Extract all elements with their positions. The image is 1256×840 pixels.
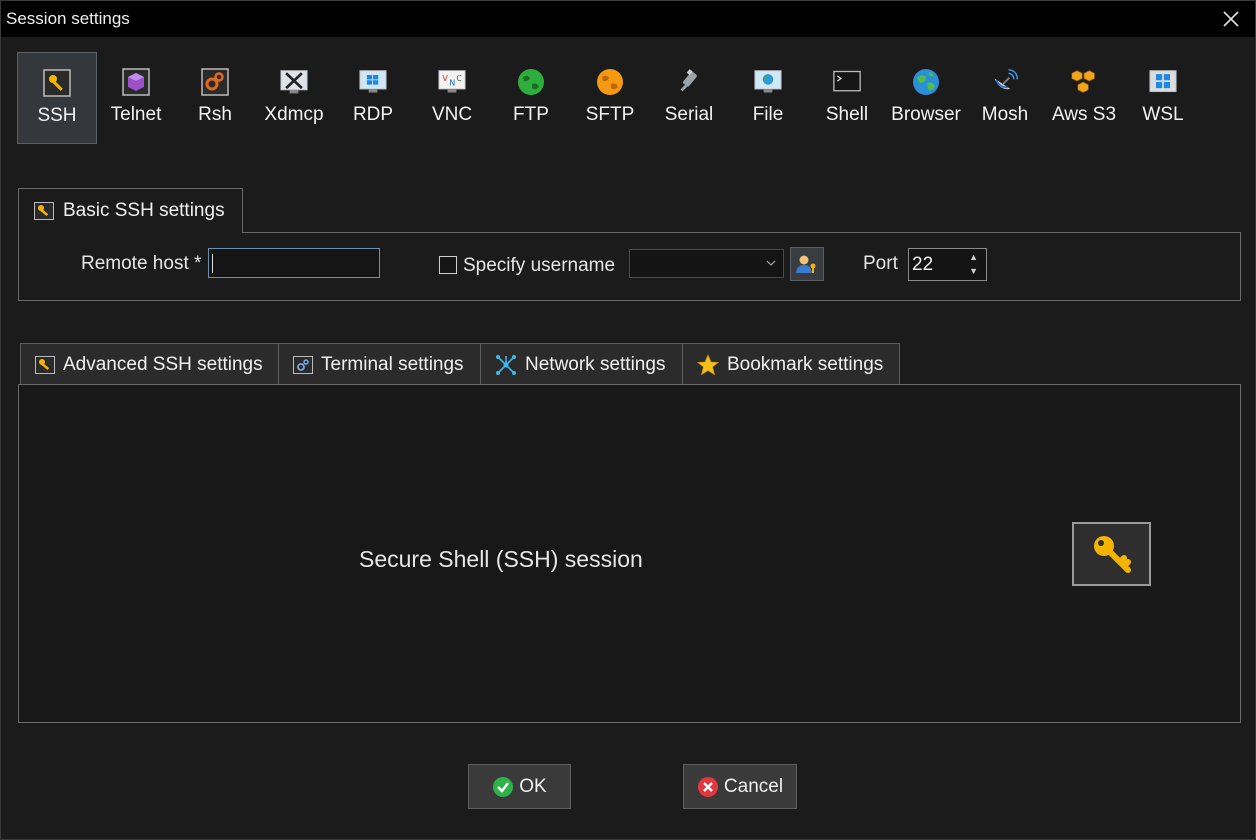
protocol-label: Mosh bbox=[981, 104, 1029, 125]
specify-username-checkbox[interactable] bbox=[439, 256, 457, 274]
user-credentials-button[interactable] bbox=[790, 247, 824, 281]
serial-plug-icon bbox=[675, 68, 703, 96]
session-settings-dialog: Session settings SSH Telnet Rsh Xdmcp RD… bbox=[0, 0, 1256, 840]
protocol-label: Browser bbox=[891, 104, 961, 125]
telnet-cube-icon bbox=[122, 68, 150, 96]
protocol-wsl[interactable]: WSL bbox=[1123, 52, 1203, 144]
close-icon bbox=[1223, 11, 1239, 27]
spin-up-icon[interactable]: ▲ bbox=[969, 252, 978, 262]
protocol-mosh[interactable]: Mosh bbox=[965, 52, 1045, 144]
tab-bookmark-settings[interactable]: Bookmark settings bbox=[682, 343, 900, 385]
protocol-file[interactable]: File bbox=[728, 52, 808, 144]
protocol-shell[interactable]: Shell bbox=[807, 52, 887, 144]
spin-down-icon[interactable]: ▼ bbox=[969, 266, 978, 276]
ok-button[interactable]: OK bbox=[468, 764, 571, 809]
wrench-icon bbox=[35, 355, 55, 374]
key-icon bbox=[43, 69, 71, 97]
protocol-browser[interactable]: Browser bbox=[886, 52, 966, 144]
protocol-rsh[interactable]: Rsh bbox=[175, 52, 255, 144]
protocol-label: SSH bbox=[37, 105, 77, 126]
text-caret bbox=[212, 254, 213, 273]
vnc-icon: VNC bbox=[438, 68, 466, 96]
ok-label: OK bbox=[519, 775, 547, 797]
tab-label: Terminal settings bbox=[321, 353, 464, 375]
protocol-label: WSL bbox=[1142, 104, 1184, 125]
protocol-selector: SSH Telnet Rsh Xdmcp RDP V N C VNC FTP S… bbox=[17, 52, 1217, 144]
protocol-label: VNC bbox=[431, 104, 473, 125]
key-icon bbox=[1093, 536, 1131, 573]
remote-host-input[interactable] bbox=[208, 248, 380, 278]
wrench-icon bbox=[34, 202, 54, 220]
title-bar: Session settings bbox=[1, 1, 1255, 37]
close-button[interactable] bbox=[1213, 4, 1249, 34]
protocol-ssh[interactable]: SSH bbox=[17, 52, 97, 144]
protocol-rdp[interactable]: RDP bbox=[333, 52, 413, 144]
protocol-label: File bbox=[752, 104, 784, 125]
user-key-icon bbox=[796, 255, 816, 273]
protocol-aws-s3[interactable]: Aws S3 bbox=[1044, 52, 1124, 144]
protocol-label: Aws S3 bbox=[1051, 104, 1117, 125]
session-description: Secure Shell (SSH) session bbox=[359, 546, 643, 572]
terminal-settings-icon bbox=[293, 355, 313, 374]
protocol-label: Serial bbox=[664, 104, 714, 125]
protocol-sftp[interactable]: SFTP bbox=[570, 52, 650, 144]
shell-terminal-icon bbox=[833, 68, 861, 96]
protocol-label: RDP bbox=[352, 104, 394, 125]
svg-text:V: V bbox=[442, 74, 448, 83]
mosh-satellite-icon bbox=[991, 68, 1019, 96]
tab-advanced-ssh-settings[interactable]: Advanced SSH settings bbox=[20, 343, 279, 385]
protocol-ftp[interactable]: FTP bbox=[491, 52, 571, 144]
port-value: 22 bbox=[912, 254, 934, 275]
chevron-down-icon bbox=[766, 260, 776, 266]
username-combobox[interactable] bbox=[629, 249, 784, 278]
window-title: Session settings bbox=[6, 9, 130, 28]
svg-text:N: N bbox=[449, 79, 455, 88]
protocol-vnc[interactable]: VNC VNC bbox=[412, 52, 492, 144]
protocol-xdmcp[interactable]: Xdmcp bbox=[254, 52, 334, 144]
tab-label: Network settings bbox=[525, 353, 666, 375]
ssh-key-badge bbox=[1072, 522, 1151, 586]
cancel-button[interactable]: Cancel bbox=[683, 764, 797, 809]
network-icon bbox=[496, 354, 516, 375]
protocol-label: Shell bbox=[825, 104, 869, 125]
xdmcp-x-icon bbox=[280, 68, 308, 96]
specify-username-label[interactable]: Specify username bbox=[463, 255, 615, 277]
protocol-label: FTP bbox=[513, 104, 549, 125]
check-circle-icon bbox=[493, 776, 514, 797]
cancel-circle-icon bbox=[697, 776, 718, 797]
tab-basic-ssh-settings[interactable]: Basic SSH settings bbox=[18, 188, 243, 233]
protocol-telnet[interactable]: Telnet bbox=[96, 52, 176, 144]
sftp-globe-icon bbox=[596, 68, 624, 96]
settings-content-panel: Secure Shell (SSH) session bbox=[18, 384, 1241, 723]
protocol-serial[interactable]: Serial bbox=[649, 52, 729, 144]
protocol-label: Rsh bbox=[198, 104, 232, 125]
remote-host-label: Remote host * bbox=[81, 253, 202, 274]
protocol-label: SFTP bbox=[585, 104, 635, 125]
port-spinbox[interactable]: 22 ▲ ▼ bbox=[908, 248, 987, 281]
wsl-windows-icon bbox=[1149, 68, 1177, 96]
rsh-gears-icon bbox=[201, 68, 229, 96]
rdp-monitor-icon bbox=[359, 68, 387, 96]
tab-label: Basic SSH settings bbox=[63, 200, 225, 221]
browser-earth-icon bbox=[912, 68, 940, 96]
file-monitor-icon bbox=[754, 68, 782, 96]
cancel-label: Cancel bbox=[723, 775, 784, 797]
port-label: Port bbox=[863, 253, 898, 274]
protocol-label: Xdmcp bbox=[264, 104, 324, 125]
tab-label: Bookmark settings bbox=[727, 353, 884, 375]
tab-label: Advanced SSH settings bbox=[63, 353, 263, 375]
tab-network-settings[interactable]: Network settings bbox=[480, 343, 683, 385]
aws-s3-cubes-icon bbox=[1070, 68, 1098, 96]
protocol-label: Telnet bbox=[110, 104, 162, 125]
tab-terminal-settings[interactable]: Terminal settings bbox=[278, 343, 481, 385]
ftp-globe-icon bbox=[517, 68, 545, 96]
star-icon bbox=[697, 353, 719, 375]
svg-text:C: C bbox=[456, 74, 462, 83]
